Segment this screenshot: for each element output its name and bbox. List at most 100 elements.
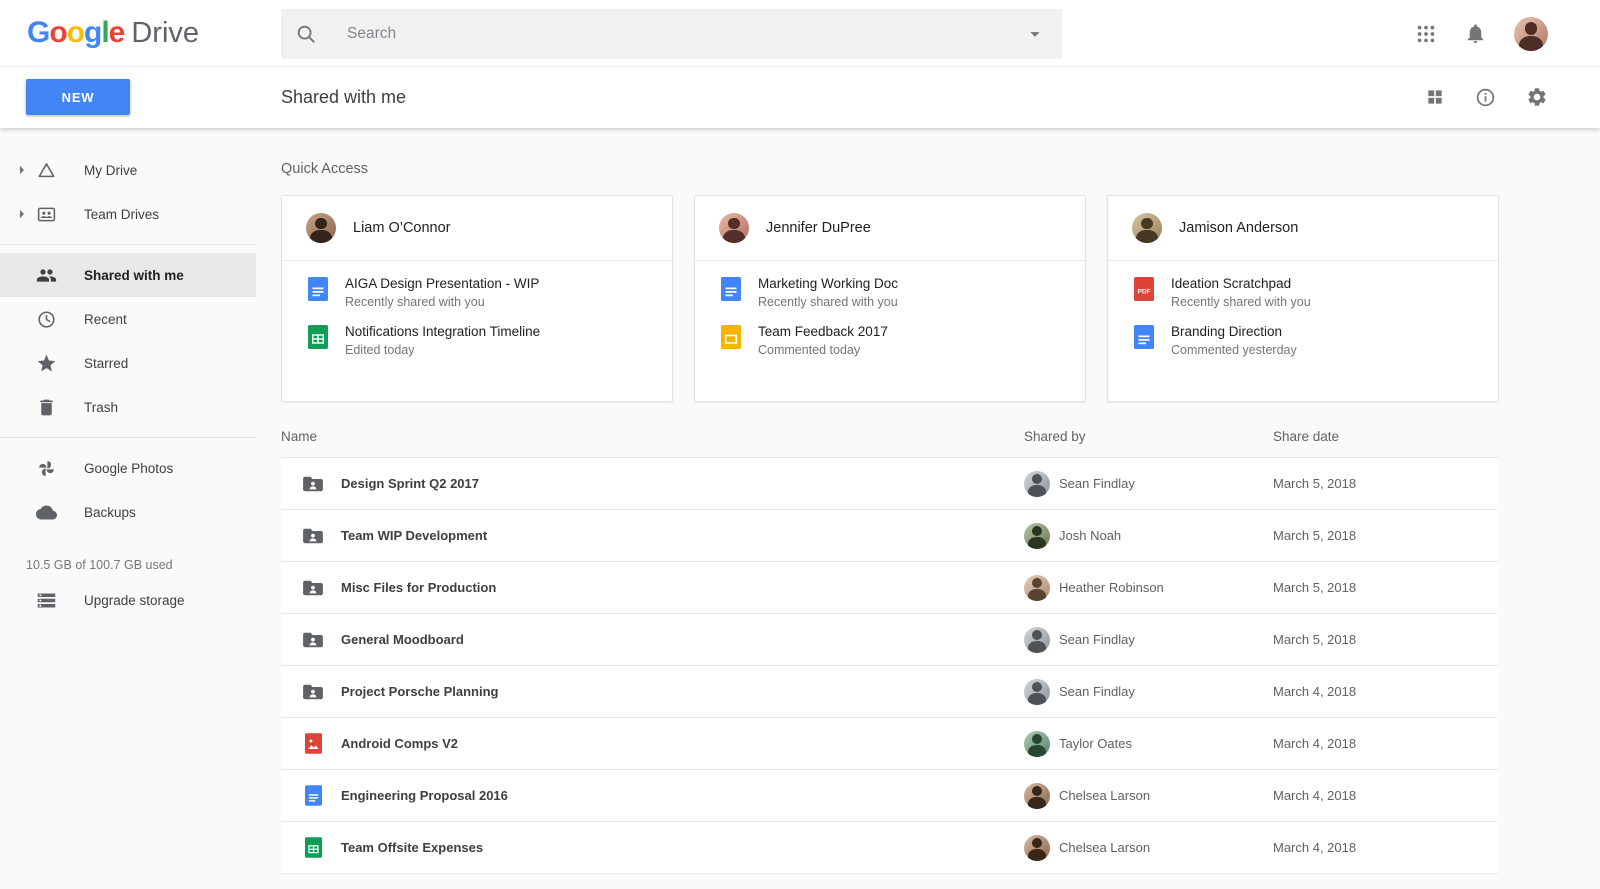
logo-letter: o xyxy=(67,16,84,49)
people-icon xyxy=(34,265,58,286)
table-row[interactable]: Android Comps V2 Taylor Oates March 4, 2… xyxy=(281,718,1499,770)
sharer-avatar xyxy=(1024,835,1050,861)
info-icon[interactable] xyxy=(1475,87,1496,108)
sidebar-item-starred[interactable]: Starred xyxy=(0,341,256,385)
user-avatar[interactable] xyxy=(1514,17,1548,51)
expand-caret-icon[interactable] xyxy=(10,160,34,180)
upgrade-storage-button[interactable]: Upgrade storage xyxy=(0,578,256,622)
logo-letter: o xyxy=(49,16,66,49)
sidebar-item-google-photos[interactable]: Google Photos xyxy=(0,446,256,490)
person-name: Jamison Anderson xyxy=(1179,220,1298,236)
column-header-name[interactable]: Name xyxy=(281,429,1024,444)
item-title: Team Feedback 2017 xyxy=(758,324,888,339)
quick-access-item[interactable]: Branding Direction Commented yesterday xyxy=(1134,324,1474,357)
sharer-name: Josh Noah xyxy=(1059,528,1121,543)
star-icon xyxy=(34,353,58,374)
sharer-name: Sean Findlay xyxy=(1059,476,1135,491)
sidebar-item-label: Team Drives xyxy=(84,207,159,222)
person-avatar xyxy=(719,213,749,243)
shared-folder-icon xyxy=(301,527,325,545)
column-header-shared-by[interactable]: Shared by xyxy=(1024,429,1273,444)
item-title: Marketing Working Doc xyxy=(758,276,898,291)
shared-folder-icon xyxy=(301,631,325,649)
apps-grid-icon[interactable] xyxy=(1415,23,1437,45)
file-name: Team WIP Development xyxy=(341,528,487,543)
sharer-name: Heather Robinson xyxy=(1059,580,1164,595)
cloud-icon xyxy=(34,502,58,523)
sidebar: My Drive Team Drives Shared with me Rece… xyxy=(0,128,256,889)
grid-view-icon[interactable] xyxy=(1425,87,1445,107)
sharer-avatar xyxy=(1024,575,1050,601)
item-subtitle: Recently shared with you xyxy=(1171,295,1311,309)
card-person-header[interactable]: Jennifer DuPree xyxy=(695,196,1085,261)
table-row[interactable]: Project Porsche Planning Sean Findlay Ma… xyxy=(281,666,1499,718)
page-title: Shared with me xyxy=(281,67,406,127)
sidebar-item-backups[interactable]: Backups xyxy=(0,490,256,534)
settings-gear-icon[interactable] xyxy=(1526,86,1548,108)
card-person-header[interactable]: Liam O’Connor xyxy=(282,196,672,261)
sheets-icon xyxy=(301,837,325,858)
sharer-avatar xyxy=(1024,679,1050,705)
table-row[interactable]: Design Sprint Q2 2017 Sean Findlay March… xyxy=(281,458,1499,510)
search-icon[interactable] xyxy=(295,23,317,45)
item-subtitle: Recently shared with you xyxy=(758,295,898,309)
logo-letter: g xyxy=(84,16,101,49)
new-button[interactable]: NEW xyxy=(26,79,130,115)
sidebar-item-label: Shared with me xyxy=(84,268,184,283)
file-name: Project Porsche Planning xyxy=(341,684,499,699)
table-row[interactable]: General Moodboard Sean Findlay March 5, … xyxy=(281,614,1499,666)
shared-folder-icon xyxy=(301,475,325,493)
table-row[interactable]: Engineering Proposal 2016 Chelsea Larson… xyxy=(281,770,1499,822)
trash-icon xyxy=(34,397,58,418)
quick-access-item[interactable]: Notifications Integration Timeline Edite… xyxy=(308,324,648,357)
search-input[interactable] xyxy=(347,25,1024,43)
sidebar-divider xyxy=(0,244,256,245)
quick-access-title: Quick Access xyxy=(281,161,1600,177)
item-subtitle: Commented yesterday xyxy=(1171,343,1297,357)
sidebar-item-my-drive[interactable]: My Drive xyxy=(0,148,256,192)
item-title: Notifications Integration Timeline xyxy=(345,324,540,339)
item-title: AIGA Design Presentation - WIP xyxy=(345,276,539,291)
file-name: Design Sprint Q2 2017 xyxy=(341,476,479,491)
column-header-share-date[interactable]: Share date xyxy=(1273,429,1499,444)
sidebar-divider xyxy=(0,437,256,438)
share-date: March 5, 2018 xyxy=(1273,632,1499,647)
card-person-header[interactable]: Jamison Anderson xyxy=(1108,196,1498,261)
person-name: Jennifer DuPree xyxy=(766,220,871,236)
sidebar-item-trash[interactable]: Trash xyxy=(0,385,256,429)
quick-access-item[interactable]: Ideation Scratchpad Recently shared with… xyxy=(1134,276,1474,309)
table-row[interactable]: Team Offsite Expenses Chelsea Larson Mar… xyxy=(281,822,1499,874)
share-date: March 5, 2018 xyxy=(1273,580,1499,595)
person-avatar xyxy=(1132,213,1162,243)
sharer-avatar xyxy=(1024,731,1050,757)
sidebar-item-shared-with-me[interactable]: Shared with me xyxy=(0,253,256,297)
image-icon xyxy=(301,733,325,754)
drive-icon xyxy=(34,160,58,181)
shared-folder-icon xyxy=(301,683,325,701)
sharer-name: Sean Findlay xyxy=(1059,684,1135,699)
search-bar[interactable] xyxy=(281,9,1062,59)
sidebar-item-team-drives[interactable]: Team Drives xyxy=(0,192,256,236)
top-bar: GoogleDrive xyxy=(0,0,1600,128)
docs-icon xyxy=(1134,325,1154,349)
share-date: March 5, 2018 xyxy=(1273,476,1499,491)
sidebar-item-label: My Drive xyxy=(84,163,137,178)
item-title: Ideation Scratchpad xyxy=(1171,276,1311,291)
list-header: Name Shared by Share date xyxy=(281,429,1499,457)
expand-caret-icon[interactable] xyxy=(10,204,34,224)
table-row[interactable]: Team WIP Development Josh Noah March 5, … xyxy=(281,510,1499,562)
notifications-bell-icon[interactable] xyxy=(1464,22,1487,45)
toolbar: NEW Shared with me xyxy=(0,67,1600,127)
sidebar-item-recent[interactable]: Recent xyxy=(0,297,256,341)
quick-access-item[interactable]: Marketing Working Doc Recently shared wi… xyxy=(721,276,1061,309)
quick-access-card: Jamison Anderson Ideation Scratchpad Rec… xyxy=(1107,195,1499,402)
photos-icon xyxy=(34,458,58,479)
quick-access-item[interactable]: Team Feedback 2017 Commented today xyxy=(721,324,1061,357)
search-options-caret-icon[interactable] xyxy=(1024,23,1046,45)
table-row[interactable]: Misc Files for Production Heather Robins… xyxy=(281,562,1499,614)
sharer-name: Chelsea Larson xyxy=(1059,840,1150,855)
quick-access-item[interactable]: AIGA Design Presentation - WIP Recently … xyxy=(308,276,648,309)
google-drive-logo[interactable]: GoogleDrive xyxy=(27,16,199,50)
clock-icon xyxy=(34,309,58,330)
sharer-avatar xyxy=(1024,783,1050,809)
